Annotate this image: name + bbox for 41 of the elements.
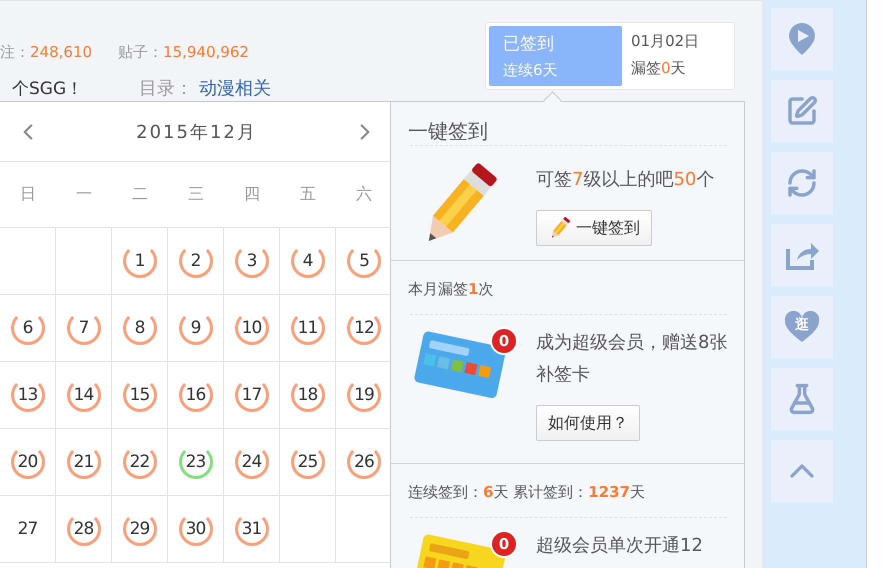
members-count: 248,610 (30, 43, 92, 61)
category-label: 目录： (139, 77, 194, 100)
how-to-use-button[interactable]: 如何使用？ (536, 405, 640, 441)
sidebar-button[interactable] (771, 8, 833, 70)
weekday-label: 三 (188, 184, 204, 205)
panel-title: 一键签到 (408, 119, 488, 143)
weekday-label: 日 (20, 184, 36, 205)
sidebar-button[interactable] (771, 368, 833, 430)
calendar-title: 2015年12月 (136, 120, 257, 144)
map-pin-icon (787, 22, 817, 56)
sidebar-button[interactable] (771, 440, 833, 502)
calendar-day[interactable]: 27 (10, 512, 44, 546)
weekday-label: 二 (132, 184, 148, 205)
offer-text: 成为超级会员，赠送8张补签卡 (536, 331, 728, 387)
offer-text: 超级会员单次开通12 (536, 534, 704, 558)
sidebar-button[interactable] (771, 152, 833, 214)
sidebar-button[interactable] (771, 224, 833, 286)
category-link[interactable]: 动漫相关 (199, 76, 272, 100)
weekday-label: 五 (300, 184, 316, 205)
posts-label: 贴子： (118, 43, 164, 62)
streak-text: 连续6天 (503, 61, 559, 80)
sign-date: 01月02日 (631, 32, 700, 51)
heart-label: 逛 (795, 316, 809, 334)
weekday-label: 一 (76, 184, 92, 205)
one-click-sign-button[interactable]: 一键签到 (536, 210, 652, 246)
forum-slogan: 个SGG！ (12, 78, 84, 100)
members-label: 注： (0, 43, 30, 62)
offer-text: 可签7级以上的吧50个 (536, 168, 716, 192)
weekday-label: 六 (356, 184, 372, 205)
section-heading: 连续签到：6天 累计签到：1237天 (408, 483, 645, 501)
count-badge: 0 (490, 530, 518, 558)
share-icon (785, 240, 819, 270)
posts-count: 15,940,962 (163, 43, 249, 61)
sidebar-button[interactable] (771, 80, 833, 142)
sign-status: 已签到 (503, 33, 555, 55)
count-badge: 0 (490, 327, 518, 355)
section-heading: 本月漏签1次 (408, 280, 494, 298)
refresh-icon (786, 167, 818, 199)
missed-days: 漏签0天 (631, 59, 700, 78)
edit-icon (786, 95, 818, 127)
weekday-label: 四 (244, 184, 260, 205)
